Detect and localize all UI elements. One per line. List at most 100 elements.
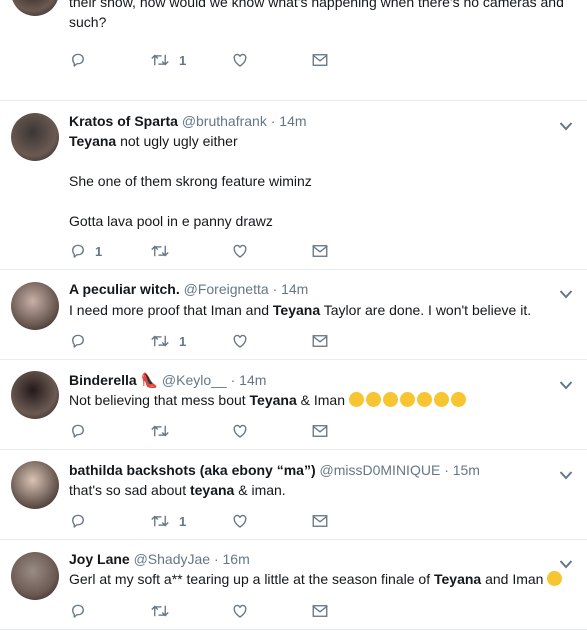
tweet-line: their show, how would we know what's hap… <box>69 0 564 10</box>
reply-button[interactable] <box>69 331 87 351</box>
chevron-down-icon[interactable] <box>559 377 573 390</box>
reply-button[interactable]: 1 <box>69 241 102 261</box>
like-icon <box>231 602 249 620</box>
like-icon <box>231 332 249 350</box>
display-name[interactable]: bathilda backshots (aka ebony “ma”) <box>69 462 316 478</box>
highlighted-keyword: Teyana <box>272 302 321 318</box>
direct-message-button[interactable] <box>311 421 329 441</box>
tweet[interactable]: A peculiar witch. @Foreignetta · 14m I ne… <box>0 270 587 360</box>
avatar[interactable] <box>11 461 59 509</box>
direct-message-button[interactable] <box>311 511 329 531</box>
reply-icon <box>69 602 87 620</box>
tweet[interactable]: Ppl said they liked what they saw of Tey… <box>0 0 587 101</box>
tweet-header: A peculiar witch. @Foreignetta · 14m <box>69 281 308 297</box>
tweet-line: She one of them skrong feature wiminz <box>69 173 312 189</box>
tweet-text: I need more proof that Iman and Teyana T… <box>69 300 569 320</box>
display-name[interactable]: Binderella 👠 <box>69 372 158 388</box>
tweet[interactable]: Kratos of Sparta @bruthafrank · 14m Teyan… <box>0 101 587 270</box>
like-button[interactable] <box>231 331 249 351</box>
like-button[interactable] <box>231 601 249 621</box>
retweet-button[interactable] <box>149 241 171 261</box>
tweet-line: I need more proof that Iman and Teyana T… <box>69 302 532 318</box>
tweet-line: Teyana not ugly ugly either <box>69 133 238 149</box>
reply-button[interactable] <box>69 421 87 441</box>
dm-icon <box>311 243 329 259</box>
tweet-line: such? <box>69 14 107 30</box>
avatar[interactable] <box>11 552 59 600</box>
tweet-actions: 1 <box>69 331 349 351</box>
user-handle[interactable]: @Foreignetta <box>184 281 269 297</box>
chevron-down-icon[interactable] <box>559 467 573 480</box>
emoji-icon <box>382 392 398 407</box>
dm-icon <box>311 52 329 68</box>
timestamp[interactable]: · 16m <box>214 551 250 567</box>
retweet-button[interactable]: 1 <box>149 50 186 70</box>
timestamp[interactable]: · 14m <box>231 372 267 388</box>
reply-button[interactable] <box>69 50 87 70</box>
timestamp[interactable]: · 14m <box>271 113 307 129</box>
avatar[interactable] <box>11 282 59 330</box>
user-handle[interactable]: @Keylo__ <box>162 372 227 388</box>
emoji-icon <box>399 392 415 407</box>
emoji-icon <box>433 392 449 407</box>
emoji-icon <box>365 392 381 407</box>
emoji-icon <box>348 392 364 407</box>
tweet-actions: 1 <box>69 241 349 261</box>
emoji-icon <box>547 571 563 586</box>
reply-icon <box>69 422 87 440</box>
direct-message-button[interactable] <box>311 601 329 621</box>
like-button[interactable] <box>231 511 249 531</box>
tweet-text: Ppl said they liked what they saw of Tey… <box>69 0 569 32</box>
retweet-icon <box>149 512 171 530</box>
reply-button[interactable] <box>69 601 87 621</box>
retweet-button[interactable] <box>149 601 171 621</box>
retweet-button[interactable] <box>149 421 171 441</box>
like-icon <box>231 512 249 530</box>
display-name[interactable]: Joy Lane <box>69 551 130 567</box>
chevron-down-icon[interactable] <box>559 556 573 569</box>
reply-button[interactable] <box>69 511 87 531</box>
avatar[interactable] <box>11 0 59 16</box>
tweet-text: Gerl at my soft a** tearing up a little … <box>69 569 569 589</box>
reply-icon <box>69 512 87 530</box>
chevron-down-icon[interactable] <box>559 286 573 299</box>
display-name[interactable]: A peculiar witch. <box>69 281 180 297</box>
direct-message-button[interactable] <box>311 331 329 351</box>
avatar[interactable] <box>11 371 59 419</box>
retweet-icon <box>149 51 171 69</box>
emoji-icon <box>450 392 466 407</box>
retweet-button[interactable]: 1 <box>149 511 186 531</box>
retweet-count: 1 <box>179 333 187 349</box>
like-icon <box>231 242 249 260</box>
retweet-icon <box>149 332 171 350</box>
like-button[interactable] <box>231 241 249 261</box>
tweet[interactable]: Joy Lane @ShadyJae · 16m Gerl at my soft … <box>0 540 587 630</box>
user-handle[interactable]: @ShadyJae <box>134 551 210 567</box>
tweet[interactable]: bathilda backshots (aka ebony “ma”) @mis… <box>0 450 587 540</box>
tweet-actions <box>69 421 349 441</box>
tweet-text: Teyana not ugly ugly either She one of t… <box>69 131 569 231</box>
avatar[interactable] <box>11 113 59 161</box>
user-handle[interactable]: @bruthafrank <box>182 113 267 129</box>
highlighted-keyword: Teyana <box>249 392 297 408</box>
direct-message-button[interactable] <box>311 50 329 70</box>
timestamp[interactable]: · 15m <box>444 462 480 478</box>
tweet[interactable]: Binderella 👠 @Keylo__ · 14m Not believing… <box>0 360 587 450</box>
direct-message-button[interactable] <box>311 241 329 261</box>
emoji-icon <box>416 392 432 407</box>
tweet-header: Binderella 👠 @Keylo__ · 14m <box>69 372 266 389</box>
tweet-actions <box>69 601 349 621</box>
chevron-down-icon[interactable] <box>559 118 573 131</box>
highlighted-keyword: teyana <box>189 482 235 498</box>
tweet-line: Gerl at my soft a** tearing up a little … <box>69 569 569 589</box>
like-button[interactable] <box>231 50 249 70</box>
timestamp[interactable]: · 14m <box>273 281 309 297</box>
like-button[interactable] <box>231 421 249 441</box>
reply-icon <box>69 242 87 260</box>
display-name[interactable]: Kratos of Sparta <box>69 113 178 129</box>
retweet-button[interactable]: 1 <box>149 331 186 351</box>
retweet-count: 1 <box>179 52 187 68</box>
dm-icon <box>311 423 329 439</box>
user-handle[interactable]: @missD0MINIQUE <box>320 462 441 478</box>
tweet-header: bathilda backshots (aka ebony “ma”) @mis… <box>69 462 480 478</box>
